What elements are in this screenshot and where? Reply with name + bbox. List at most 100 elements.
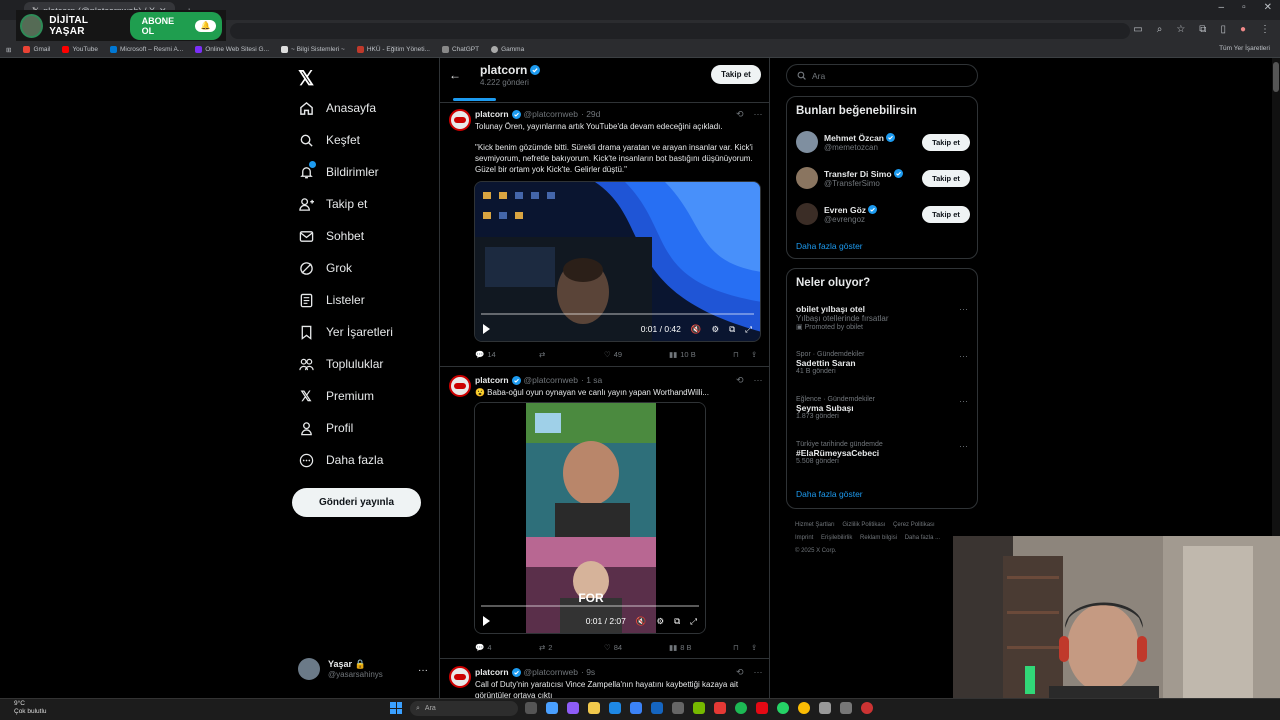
store-icon[interactable] xyxy=(630,702,642,714)
subscribe-button[interactable]: ABONE OL 🔔 xyxy=(129,11,222,40)
repost-button[interactable]: ⇄ xyxy=(539,350,545,359)
nav-lists[interactable]: Listeler xyxy=(298,290,365,310)
grok-icon[interactable]: ⟲ xyxy=(736,375,744,386)
file-explorer-icon[interactable] xyxy=(588,702,600,714)
more-icon[interactable]: ··· xyxy=(959,351,968,361)
app-icon[interactable] xyxy=(672,702,684,714)
star-icon[interactable]: ☆ xyxy=(1176,24,1185,35)
all-bookmarks[interactable]: Tüm Yer İşaretleri xyxy=(1219,45,1270,52)
footer-link[interactable]: Gizlilik Politikası xyxy=(842,522,885,528)
whatsapp-icon[interactable] xyxy=(777,702,789,714)
weather-widget[interactable]: 9°C Çok bulutlu xyxy=(14,700,47,716)
task-view-icon[interactable] xyxy=(525,702,537,714)
play-icon[interactable] xyxy=(483,616,490,626)
teams-icon[interactable] xyxy=(567,702,579,714)
follow-button[interactable]: Takip et xyxy=(922,205,970,223)
more-icon[interactable]: ··· xyxy=(959,396,968,406)
bookmark-button[interactable]: ⊓ xyxy=(733,643,739,652)
footer-link[interactable]: Daha fazla ... xyxy=(905,535,940,541)
bookmark-item[interactable]: Microsoft – Resmi A... xyxy=(109,46,183,53)
fullscreen-icon[interactable]: ⤢ xyxy=(745,324,752,335)
edge-icon[interactable] xyxy=(609,702,621,714)
settings-icon[interactable]: ⚙ xyxy=(656,616,664,627)
bookmark-button[interactable]: ⊓ xyxy=(733,350,739,359)
like-button[interactable]: ♡ 84 xyxy=(604,643,622,652)
fullscreen-icon[interactable]: ⤢ xyxy=(690,616,697,627)
bookmark-item[interactable]: YouTube xyxy=(62,46,98,53)
menu-icon[interactable]: ⋮ xyxy=(1260,24,1270,35)
follow-button[interactable]: Takip et xyxy=(922,169,970,187)
more-icon[interactable]: ··· xyxy=(959,304,968,314)
suggestion-item[interactable]: Evren Göz @evrengoz Takip et xyxy=(796,203,970,225)
taskbar-search[interactable]: ⌕ Ara xyxy=(410,701,518,716)
maximize-icon[interactable]: ▫ xyxy=(1242,2,1246,13)
footer-link[interactable]: Imprint xyxy=(795,535,813,541)
bookmark-item[interactable]: ChatGPT xyxy=(441,46,479,53)
settings-icon[interactable]: ⚙ xyxy=(711,324,719,335)
app-icon[interactable] xyxy=(840,702,852,714)
trend-item[interactable]: Spor · Gündemdekiler Sadettin Saran 41 B… xyxy=(796,351,970,375)
nav-communities[interactable]: Topluluklar xyxy=(298,354,383,374)
suggestion-item[interactable]: Transfer Di Simo @TransferSimo Takip et xyxy=(796,167,970,189)
nav-notifications[interactable]: Bildirimler xyxy=(298,161,379,182)
repost-button[interactable]: ⇄ 2 xyxy=(539,643,552,652)
close-icon[interactable]: ✕ xyxy=(1264,2,1272,13)
extensions-icon[interactable]: ⧉ xyxy=(1199,24,1206,35)
grok-icon[interactable]: ⟲ xyxy=(736,667,744,678)
nav-profile[interactable]: Profil xyxy=(298,418,353,438)
nav-messages[interactable]: Sohbet xyxy=(298,226,364,246)
sidepanel-icon[interactable]: ▯ xyxy=(1220,24,1226,35)
minimize-icon[interactable]: – xyxy=(1219,2,1225,13)
bookmark-item[interactable]: HKÜ - Eğitim Yöneti... xyxy=(356,46,430,53)
windows-start-icon[interactable] xyxy=(390,702,402,714)
more-icon[interactable]: ··· xyxy=(959,441,968,451)
nav-grok[interactable]: Grok xyxy=(298,258,352,278)
tweet-avatar[interactable] xyxy=(449,375,471,397)
grok-icon[interactable]: ⟲ xyxy=(736,109,744,120)
tweet-video[interactable]: FOR 0:01 / 2:07 🔇 ⚙ ⧉ ⤢ xyxy=(474,402,706,634)
show-more-link[interactable]: Daha fazla göster xyxy=(796,489,863,499)
nav-bookmarks[interactable]: Yer İşaretleri xyxy=(298,322,393,342)
bookmark-item[interactable]: Gmail xyxy=(23,46,50,53)
app-icon[interactable] xyxy=(651,702,663,714)
bookmark-item[interactable]: Online Web Sitesi G... xyxy=(195,46,269,53)
nvidia-icon[interactable] xyxy=(693,702,705,714)
more-icon[interactable]: ··· xyxy=(754,109,763,120)
app-icon[interactable] xyxy=(714,702,726,714)
footer-link[interactable]: Çerez Politikası xyxy=(893,522,935,528)
reply-button[interactable]: 💬 4 xyxy=(475,643,492,652)
nav-premium[interactable]: 𝕏 Premium xyxy=(298,386,374,406)
account-switcher[interactable]: Yaşar 🔒 @yasarsahinys xyxy=(298,658,383,680)
nav-follow[interactable]: Takip et xyxy=(298,194,367,214)
more-icon[interactable]: ··· xyxy=(754,375,763,386)
tweet-video[interactable]: 0:01 / 0:42 🔇 ⚙ ⧉ ⤢ xyxy=(474,181,761,342)
follow-button[interactable]: Takip et xyxy=(711,65,761,84)
footer-link[interactable]: Erişilebilirlik xyxy=(821,535,852,541)
suggestion-item[interactable]: Mehmet Özcan @memetozcan Takip et xyxy=(796,131,970,153)
share-button[interactable]: ⇪ xyxy=(751,643,757,652)
play-icon[interactable] xyxy=(483,324,490,334)
like-button[interactable]: ♡ 49 xyxy=(604,350,622,359)
post-button[interactable]: Gönderi yayınla xyxy=(292,488,421,517)
x-logo[interactable]: 𝕏 xyxy=(298,66,314,91)
copilot-icon[interactable] xyxy=(546,702,558,714)
apps-icon[interactable]: ⊞ xyxy=(6,46,11,54)
zoom-icon[interactable]: ⌕ xyxy=(1157,24,1163,35)
views-button[interactable]: ▮▮ 8 B xyxy=(669,643,692,652)
bookmark-item[interactable]: Gamma xyxy=(491,46,524,53)
profile-icon[interactable]: ● xyxy=(1240,24,1246,35)
mute-icon[interactable]: 🔇 xyxy=(691,324,702,335)
more-icon[interactable]: ··· xyxy=(418,665,428,676)
mute-icon[interactable]: 🔇 xyxy=(636,616,647,627)
trend-item[interactable]: Türkiye tarihinde gündemde #ElaRümeysaCe… xyxy=(796,441,970,465)
pip-icon[interactable]: ⧉ xyxy=(674,616,680,627)
video-progress[interactable] xyxy=(481,605,699,607)
netflix-icon[interactable] xyxy=(756,702,768,714)
trend-item[interactable]: obilet yılbaşı otel Yılbaşı otellerinde … xyxy=(796,304,970,331)
nav-explore[interactable]: Keşfet xyxy=(298,130,360,150)
footer-link[interactable]: Reklam bilgisi xyxy=(860,535,897,541)
follow-button[interactable]: Takip et xyxy=(922,133,970,151)
trend-item[interactable]: Eğlence · Gündemdekiler Şeyma Subaşı 1.8… xyxy=(796,396,970,420)
share-button[interactable]: ⇪ xyxy=(751,350,757,359)
tweet-avatar[interactable] xyxy=(449,666,471,688)
